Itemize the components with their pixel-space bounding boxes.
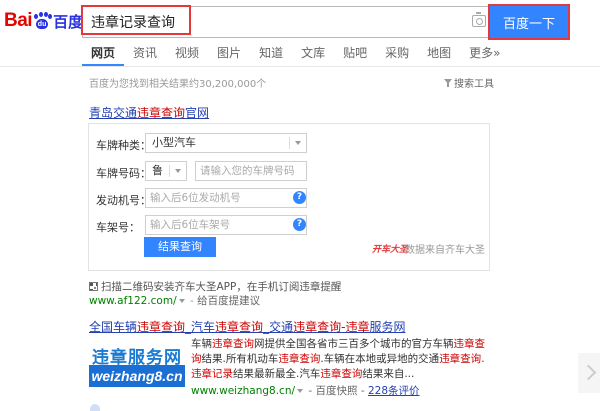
data-source-note: 数据来自齐车大圣	[405, 245, 485, 256]
result-1-title[interactable]: 青岛交通违章查询官网	[89, 104, 209, 121]
result-1-url-line: www.af122.com/ - 给百度提建议	[89, 293, 260, 308]
frame-number-label: 车架号：	[96, 221, 140, 234]
reviews-link[interactable]: 228条评价	[368, 385, 420, 397]
plate-province-value: 鲁	[152, 164, 163, 177]
paw-toe	[39, 12, 44, 17]
plate-type-label: 车牌种类：	[96, 139, 151, 152]
title-part: _汽车	[185, 320, 216, 334]
url-separator: -	[186, 295, 198, 307]
engine-number-label: 发动机号：	[96, 194, 151, 207]
chevron-right-icon[interactable]	[578, 353, 600, 393]
chevron-down-icon[interactable]	[178, 299, 185, 303]
paw-toe	[48, 14, 53, 19]
help-icon[interactable]: ?	[293, 191, 306, 204]
desc-part: 结果最新最全.汽车	[233, 368, 321, 380]
search-tools-label: 搜索工具	[454, 79, 494, 90]
title-part: 服务网	[369, 320, 406, 334]
qr-code-icon	[89, 282, 98, 291]
chevron-down-icon	[175, 169, 181, 173]
title-highlight: 违章查询	[293, 320, 342, 334]
brand-logo-mark: 开车大圣	[372, 245, 409, 255]
camera-icon[interactable]	[472, 12, 486, 27]
title-part: 官网	[185, 106, 210, 120]
title-part: 青岛交通	[89, 106, 138, 120]
desc-part: 车辆	[191, 338, 212, 350]
tab-video[interactable]: 视频	[166, 42, 208, 66]
qr-promo-text: 扫描二维码安装齐车大圣APP，在手机订阅违章提醒	[101, 281, 342, 293]
tab-web[interactable]: 网页	[82, 42, 125, 66]
search-tools-button[interactable]: 搜索工具	[444, 75, 494, 90]
header: Bai du 百度 百度一下	[0, 0, 600, 42]
tab-tieba[interactable]: 贴吧	[334, 42, 376, 66]
tab-map[interactable]: 地图	[418, 42, 460, 66]
desc-part: 结果.所有机动车	[201, 353, 279, 365]
violation-query-form: 车牌种类： 小型汽车 车牌号码： 鲁 请输入您的车牌号码 发动机号： 输入后6位…	[88, 123, 490, 271]
engine-number-input[interactable]: 输入后6位发动机号	[145, 188, 307, 208]
plate-number-label: 车牌号码：	[96, 167, 151, 180]
search-tabs: 网页 资讯 视频 图片 知道 文库 贴吧 采购 地图 更多»	[82, 42, 509, 66]
funnel-icon	[444, 78, 452, 87]
title-part: _交通	[263, 320, 294, 334]
paw-toe	[34, 14, 39, 19]
plate-type-value: 小型汽车	[152, 136, 196, 149]
desc-highlight: 违章记录	[191, 368, 233, 380]
logo-text-du: du	[37, 21, 47, 28]
title-highlight: 违章查询	[137, 320, 186, 334]
desc-part: 网提供全国各省市三百多个城市的官方车辆	[254, 338, 454, 350]
result-2-url-line: www.weizhang8.cn/ - 百度快照 - 228条评价	[191, 383, 420, 398]
chevron-down-icon[interactable]	[297, 389, 304, 393]
plate-province-select[interactable]: 鲁	[145, 161, 187, 181]
url-separator: -	[357, 385, 368, 397]
result-1-url[interactable]: www.af122.com/	[89, 295, 177, 307]
feedback-link[interactable]: 给百度提建议	[197, 295, 260, 307]
desc-part: .	[481, 353, 485, 365]
plate-type-select[interactable]: 小型汽车	[145, 133, 307, 153]
select-divider	[289, 137, 290, 149]
desc-part: 结果来自...	[362, 368, 415, 380]
logo-text-bai: Bai	[4, 10, 33, 31]
frame-number-input[interactable]: 输入后6位车架号	[145, 215, 307, 235]
title-highlight: 违章查询	[137, 106, 186, 120]
tab-more[interactable]: 更多»	[460, 42, 509, 66]
tab-images[interactable]: 图片	[208, 42, 250, 66]
site-logo-domain: weizhang8.cn	[89, 365, 185, 387]
desc-highlight: 违章查询	[439, 353, 482, 365]
highlight-frame-button	[488, 4, 570, 40]
baidu-logo[interactable]: Bai du 百度	[4, 8, 83, 34]
desc-highlight: 违章查询	[320, 368, 363, 380]
title-highlight: 违章查询	[215, 320, 264, 334]
title-highlight: 违章	[345, 320, 370, 334]
nav-divider	[0, 66, 600, 67]
result-2-title[interactable]: 全国车辆违章查询_汽车违章查询_交通违章查询-违章服务网	[89, 318, 405, 335]
tab-zhidao[interactable]: 知道	[250, 42, 292, 66]
title-part: 全国车辆	[89, 320, 138, 334]
desc-part: .车辆在本地或异地的交通	[320, 353, 440, 365]
tab-purchase[interactable]: 采购	[376, 42, 418, 66]
site-logo[interactable]: 违章服务网 weizhang8.cn	[89, 343, 185, 391]
query-submit-button[interactable]: 结果查询	[144, 237, 216, 257]
site-logo-cn: 违章服务网	[92, 348, 182, 368]
help-icon[interactable]: ?	[293, 218, 306, 231]
desc-highlight: 违章查询	[212, 338, 254, 350]
plate-number-input[interactable]: 请输入您的车牌号码	[195, 161, 307, 181]
url-separator: -	[305, 385, 316, 397]
select-divider	[169, 165, 170, 177]
result-2-url[interactable]: www.weizhang8.cn/	[191, 385, 295, 397]
desc-highlight: 违章查询	[278, 353, 321, 365]
snapshot-link[interactable]: 百度快照	[315, 385, 357, 397]
highlight-frame-search	[81, 5, 191, 35]
paw-icon: du	[33, 12, 53, 30]
tab-news[interactable]: 资讯	[124, 42, 166, 66]
result-2-description: 车辆违章查询网提供全国各省市三百多个城市的官方车辆违章查询结果.所有机动车违章查…	[191, 337, 491, 382]
result-count: 百度为您找到相关结果约30,200,000个	[89, 79, 267, 90]
qr-promo: 扫描二维码安装齐车大圣APP，在手机订阅违章提醒	[89, 279, 341, 294]
logo-text-cn: 百度	[53, 12, 84, 31]
next-result-icon	[90, 404, 100, 411]
chevron-down-icon	[295, 141, 301, 145]
tab-wenku[interactable]: 文库	[292, 42, 334, 66]
